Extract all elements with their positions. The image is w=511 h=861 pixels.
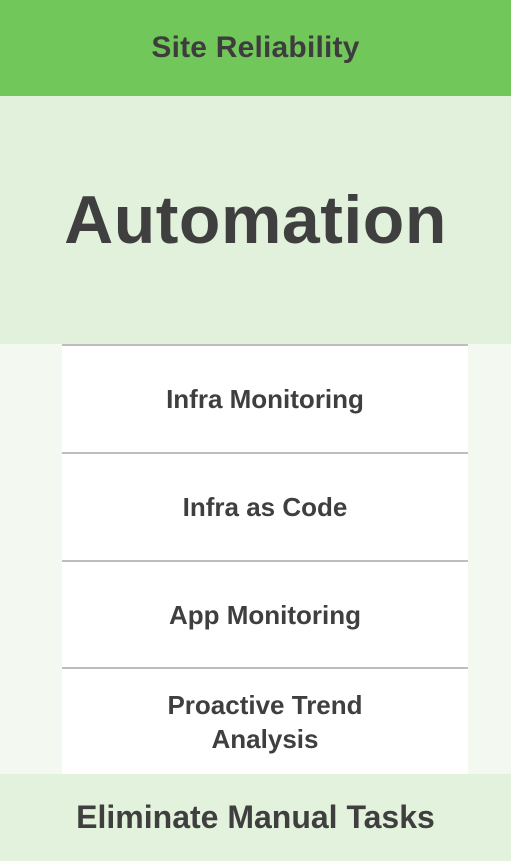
list-item-label: App Monitoring <box>168 599 362 630</box>
list-item-infra-as-code: Infra as Code <box>62 454 468 560</box>
footer-text: Eliminate Manual Tasks <box>76 799 435 835</box>
hero-title: Automation <box>64 182 447 258</box>
reliability-card: Site Reliability Automation Infra Monito… <box>0 0 511 861</box>
list-item-label: Infra as Code <box>182 492 348 522</box>
list-item-app-monitoring: App Monitoring <box>62 562 468 667</box>
list-item-infra-monitoring: Infra Monitoring <box>62 346 468 452</box>
hero-panel: Automation <box>0 96 511 344</box>
card-footer: Eliminate Manual Tasks <box>0 774 511 861</box>
header-title: Site Reliability <box>151 31 360 64</box>
list-item-label: Proactive Trend Analysis <box>167 689 363 754</box>
card-header: Site Reliability <box>0 0 511 96</box>
list-item-proactive-trend-analysis: Proactive Trend Analysis <box>62 669 468 774</box>
list-item-label: Infra Monitoring <box>166 384 364 414</box>
